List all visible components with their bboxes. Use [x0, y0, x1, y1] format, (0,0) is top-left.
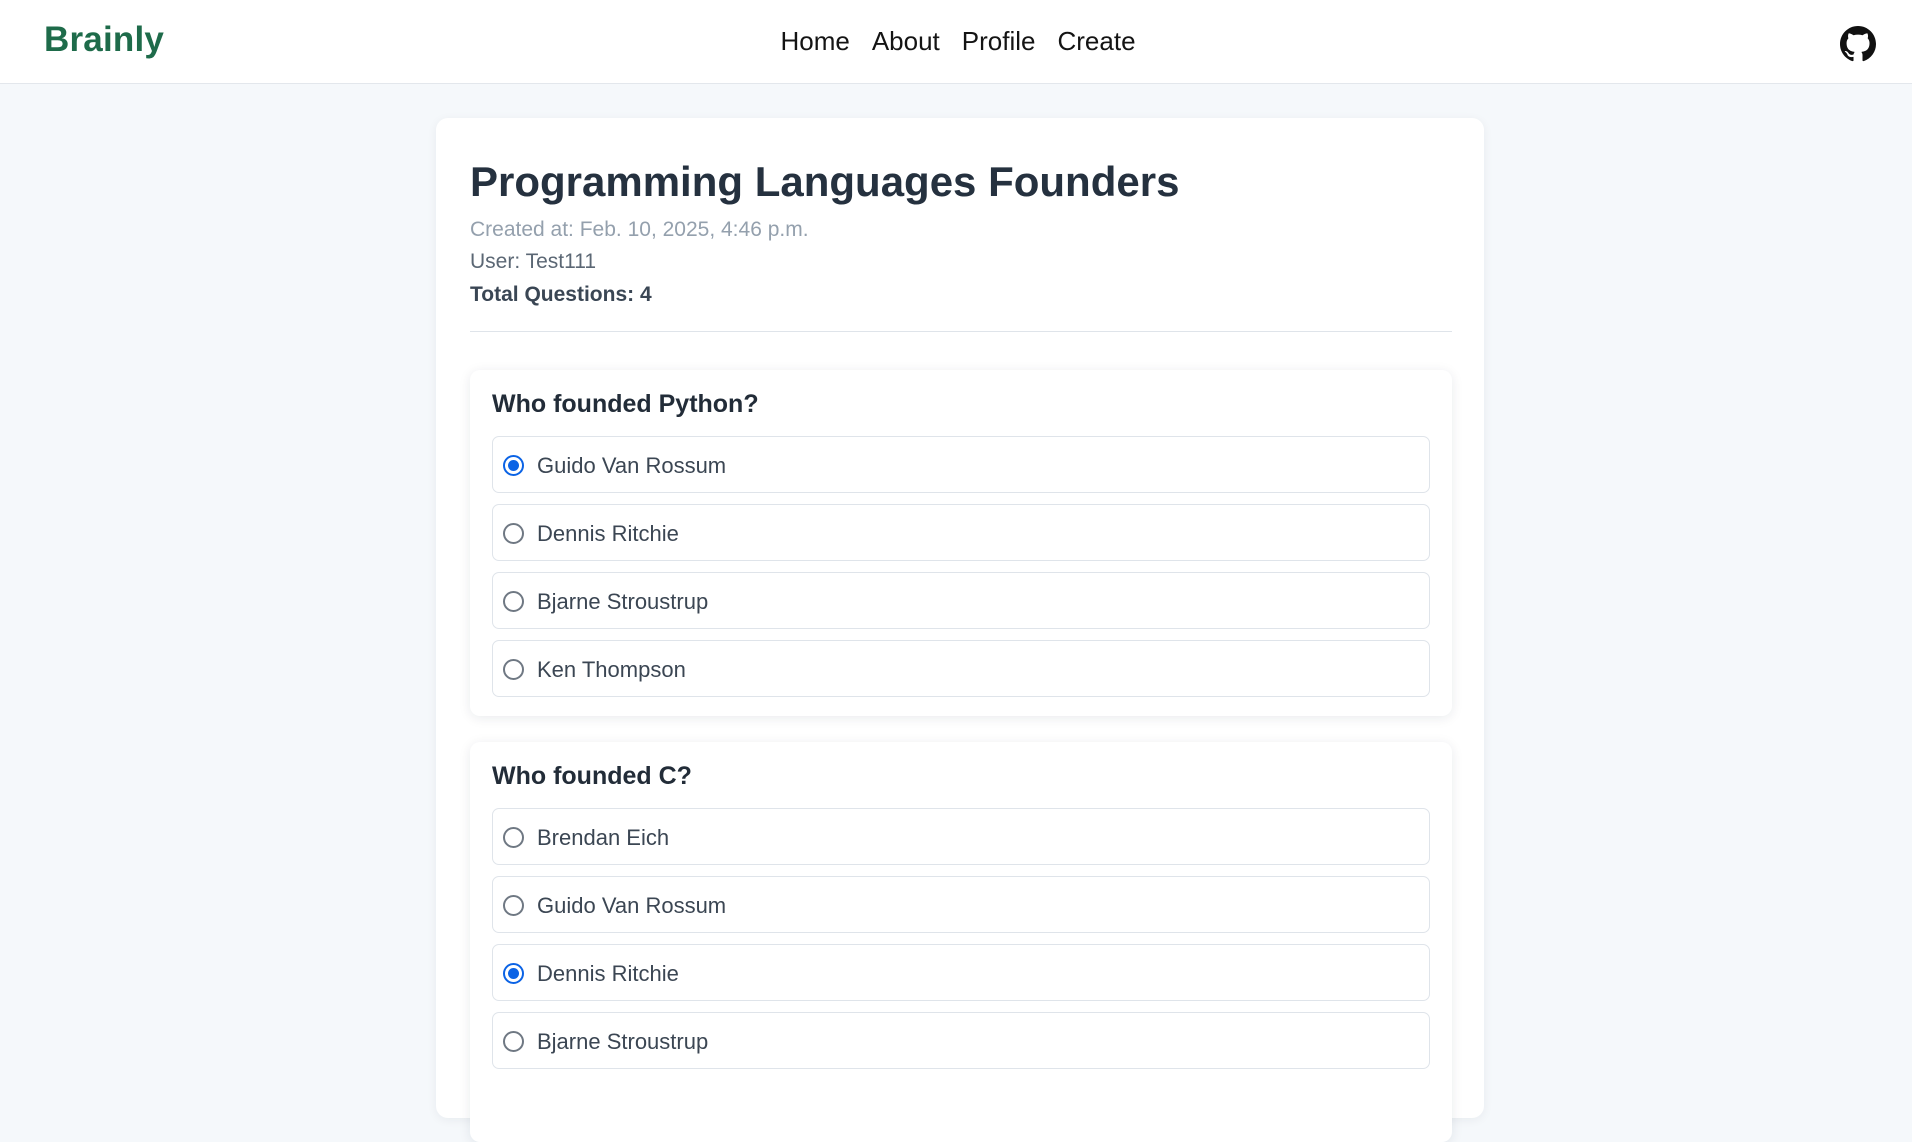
answer-label: Guido Van Rossum: [537, 893, 727, 918]
radio-button[interactable]: [503, 963, 524, 984]
answer-label: Brendan Eich: [537, 825, 670, 850]
radio-button[interactable]: [503, 591, 524, 612]
radio-button[interactable]: [503, 827, 524, 848]
answer-label: Ken Thompson: [537, 657, 686, 682]
quiz-card: Programming Languages Founders Created a…: [436, 118, 1484, 1142]
question-text: Who founded Python?: [492, 390, 759, 418]
nav-link-profile[interactable]: Profile: [962, 26, 1036, 57]
answer-option[interactable]: Guido Van Rossum: [492, 436, 1430, 493]
question-card: Who founded C? Brendan Eich Guido Van Ro…: [470, 742, 1452, 1142]
answer-option[interactable]: Bjarne Stroustrup: [492, 1012, 1430, 1069]
created-at: Created at: Feb. 10, 2025, 4:46 p.m.: [470, 218, 809, 241]
radio-button[interactable]: [503, 1031, 524, 1052]
nav-links: Home About Profile Create: [0, 26, 1912, 57]
nav-link-home[interactable]: Home: [780, 26, 849, 57]
question-text: Who founded C?: [492, 762, 692, 790]
radio-button[interactable]: [503, 659, 524, 680]
nav-link-create[interactable]: Create: [1057, 26, 1135, 57]
answer-label: Bjarne Stroustrup: [537, 589, 709, 614]
divider: [470, 331, 1452, 332]
navbar: Brainly Home About Profile Create: [0, 0, 1912, 84]
question-card: Who founded Python? Guido Van Rossum Den…: [470, 370, 1452, 716]
radio-button[interactable]: [503, 895, 524, 916]
answer-label: Guido Van Rossum: [537, 453, 727, 478]
answer-option[interactable]: Bjarne Stroustrup: [492, 572, 1430, 629]
answer-label: Bjarne Stroustrup: [537, 1029, 709, 1054]
answer-label: Dennis Ritchie: [537, 521, 679, 546]
radio-button[interactable]: [503, 455, 524, 476]
answer-option[interactable]: Dennis Ritchie: [492, 504, 1430, 561]
answer-label: Dennis Ritchie: [537, 961, 679, 986]
answer-option[interactable]: Guido Van Rossum: [492, 876, 1430, 933]
nav-link-about[interactable]: About: [872, 26, 940, 57]
answer-option[interactable]: Brendan Eich: [492, 808, 1430, 865]
radio-button[interactable]: [503, 523, 524, 544]
answer-option[interactable]: Dennis Ritchie: [492, 944, 1430, 1001]
answer-option[interactable]: Ken Thompson: [492, 640, 1430, 697]
quiz-user: User: Test111: [470, 250, 597, 273]
quiz-title: Programming Languages Founders: [470, 158, 1180, 205]
total-questions: Total Questions: 4: [470, 283, 652, 306]
github-icon[interactable]: [1840, 26, 1876, 62]
